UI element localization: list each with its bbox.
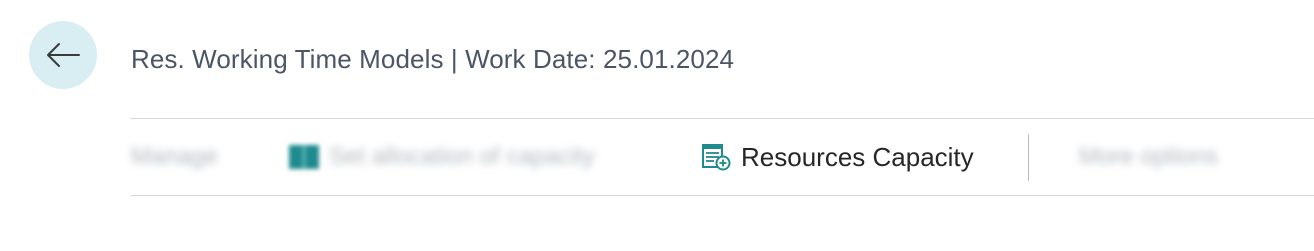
action-divider [1028,134,1029,181]
back-button[interactable] [29,21,97,89]
set-allocation-button[interactable]: Set allocation of capacity [289,119,595,195]
page-title: Res. Working Time Models | Work Date: 25… [131,44,735,74]
calendar-list-icon [702,144,731,171]
action-bar: Manage Set allocation of capacity Resour… [131,118,1314,196]
manage-button[interactable]: Manage [131,119,218,195]
resources-capacity-button[interactable]: Resources Capacity [701,119,974,195]
more-options-label: More options [1079,143,1218,170]
manage-label: Manage [131,143,218,170]
more-options-button[interactable]: More options [1079,119,1218,195]
set-allocation-label: Set allocation of capacity [329,143,595,170]
arrow-left-icon [47,43,80,67]
grid-tile-icon [289,145,319,169]
resources-capacity-label: Resources Capacity [741,141,974,172]
